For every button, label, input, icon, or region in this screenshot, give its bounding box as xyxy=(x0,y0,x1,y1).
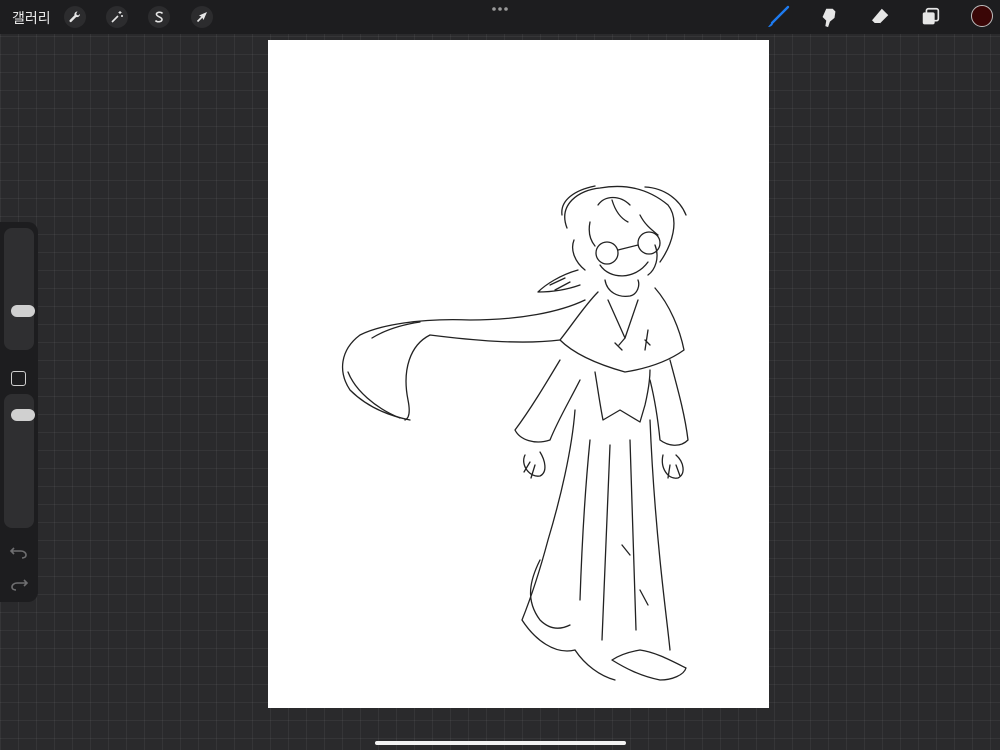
arrow-cursor-icon[interactable] xyxy=(191,6,213,28)
wrench-icon[interactable] xyxy=(64,6,86,28)
gallery-button[interactable]: 갤러리 xyxy=(12,8,51,28)
opacity-handle[interactable] xyxy=(11,408,35,421)
drawing-canvas[interactable] xyxy=(268,40,769,708)
layers-icon[interactable] xyxy=(918,4,944,30)
ellipsis-icon[interactable] xyxy=(490,4,510,14)
brush-size-handle[interactable] xyxy=(11,305,35,317)
redo-icon[interactable] xyxy=(9,576,29,592)
undo-icon[interactable] xyxy=(9,544,29,560)
home-indicator[interactable] xyxy=(375,741,626,745)
brush-icon[interactable] xyxy=(765,4,791,30)
eraser-icon[interactable] xyxy=(867,4,893,30)
left-sidebar xyxy=(0,222,38,602)
selection-s-icon[interactable] xyxy=(148,6,170,28)
opacity-slider[interactable] xyxy=(4,394,35,528)
top-toolbar: 갤러리 xyxy=(0,0,1000,34)
square-icon[interactable] xyxy=(11,371,26,386)
smudge-icon[interactable] xyxy=(816,4,842,30)
magic-wand-icon[interactable] xyxy=(106,6,128,28)
brush-size-slider[interactable] xyxy=(4,228,35,350)
color-swatch[interactable] xyxy=(971,5,993,27)
character-sketch xyxy=(341,185,689,681)
